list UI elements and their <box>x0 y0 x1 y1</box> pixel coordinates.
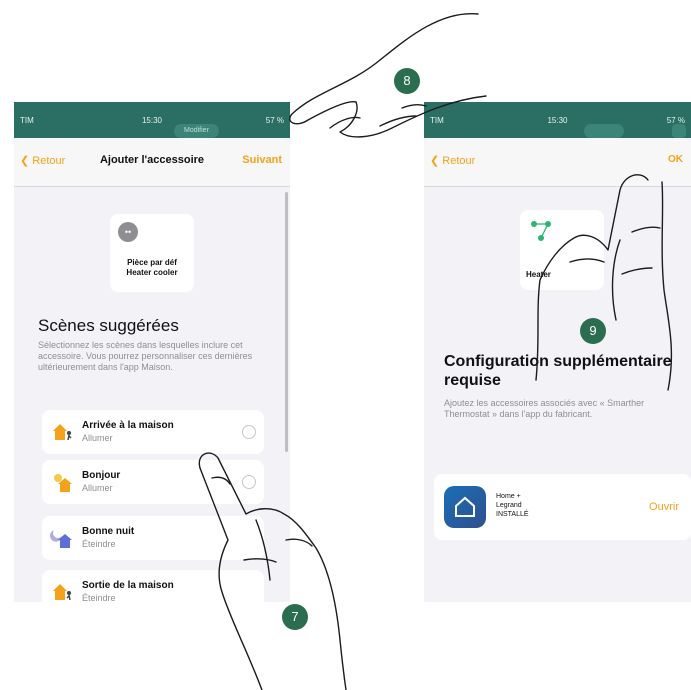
hand-line-top <box>329 103 427 129</box>
hand-line-right <box>569 226 661 275</box>
hand-outline-top <box>289 13 479 125</box>
hand-illustrations <box>198 13 673 690</box>
hand-finger-bottom <box>199 467 271 690</box>
hand-outline-right <box>535 174 649 381</box>
step-badge-9: 9 <box>580 318 606 344</box>
step-badge-8: 8 <box>394 68 420 94</box>
hand-line-bottom <box>211 476 313 563</box>
step-badge-7: 7 <box>282 604 308 630</box>
hand-outline-bottom <box>198 452 347 690</box>
hand-finger-right <box>611 181 673 391</box>
